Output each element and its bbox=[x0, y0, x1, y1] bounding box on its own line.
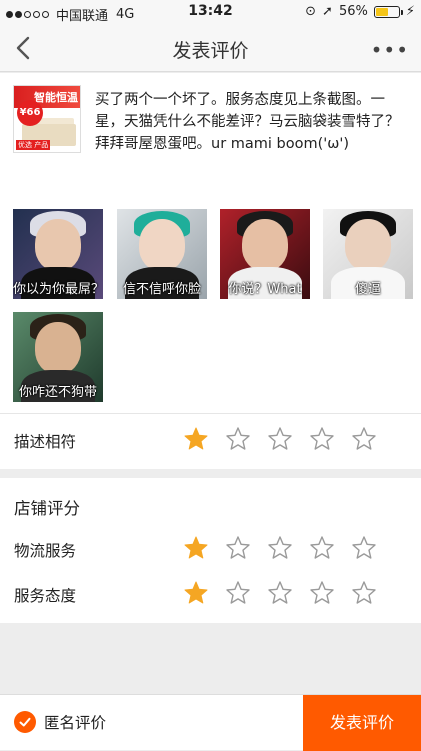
shop-rating-heading: 店铺评分 bbox=[14, 499, 80, 518]
star-empty-icon[interactable] bbox=[351, 426, 377, 452]
star-empty-icon[interactable] bbox=[309, 580, 335, 606]
thumb-price-badge: ¥66 bbox=[17, 100, 43, 126]
more-options-icon[interactable]: ••• bbox=[371, 38, 409, 62]
review-photo[interactable]: 傻逼 bbox=[323, 209, 413, 299]
star-empty-icon[interactable] bbox=[267, 535, 293, 561]
rotation-lock-icon: ⊙ bbox=[305, 4, 317, 19]
star-empty-icon[interactable] bbox=[309, 535, 335, 561]
charging-icon: ⚡ bbox=[405, 4, 415, 19]
review-card: 智能恒温 ¥66 优选 产品 买了两个一个坏了。服务态度见上条截图。一星，天猫凭… bbox=[0, 73, 421, 413]
description-rating-section: 描述相符 bbox=[0, 413, 421, 469]
logistics-rating-label: 物流服务 bbox=[14, 542, 77, 560]
star-empty-icon[interactable] bbox=[225, 535, 251, 561]
submit-review-button[interactable]: 发表评价 bbox=[303, 695, 421, 751]
battery-percent: 56% bbox=[338, 4, 368, 19]
review-photo[interactable]: 你说？What bbox=[220, 209, 310, 299]
star-empty-icon[interactable] bbox=[309, 426, 335, 452]
review-text[interactable]: 买了两个一个坏了。服务态度见上条截图。一星，天猫凭什么不能差评？马云脑袋装雪特了… bbox=[95, 89, 413, 155]
anonymous-toggle[interactable]: 匿名评价 bbox=[14, 711, 106, 733]
description-star-rating[interactable] bbox=[183, 426, 377, 452]
photo-caption: 你以为你最屌？ bbox=[13, 282, 103, 297]
star-filled-icon[interactable] bbox=[183, 580, 209, 606]
page-title: 发表评价 bbox=[172, 40, 249, 62]
star-empty-icon[interactable] bbox=[225, 426, 251, 452]
review-photo[interactable]: 信不信呼你脸 bbox=[117, 209, 207, 299]
shop-rating-section: 店铺评分 物流服务 服务态度 bbox=[0, 478, 421, 623]
star-empty-icon[interactable] bbox=[351, 535, 377, 561]
photo-caption: 你说？What bbox=[228, 282, 302, 297]
description-rating-label: 描述相符 bbox=[14, 433, 77, 451]
review-photo[interactable]: 你以为你最屌？ bbox=[13, 209, 103, 299]
location-icon: ➚ bbox=[322, 4, 333, 19]
bottom-bar: 匿名评价 发表评价 bbox=[0, 694, 421, 751]
thumb-footer: 优选 产品 bbox=[16, 140, 51, 150]
photo-caption: 傻逼 bbox=[354, 282, 381, 297]
star-empty-icon[interactable] bbox=[267, 426, 293, 452]
star-filled-icon[interactable] bbox=[183, 535, 209, 561]
thumb-brand: 智能恒温 bbox=[34, 91, 78, 104]
nav-bar: 发表评价 ••• bbox=[0, 24, 421, 72]
anonymous-label: 匿名评价 bbox=[44, 714, 107, 732]
photo-caption: 信不信呼你脸 bbox=[122, 282, 201, 297]
star-empty-icon[interactable] bbox=[267, 580, 293, 606]
star-filled-icon[interactable] bbox=[183, 426, 209, 452]
star-empty-icon[interactable] bbox=[351, 580, 377, 606]
product-thumbnail[interactable]: 智能恒温 ¥66 优选 产品 bbox=[13, 85, 81, 153]
battery-icon bbox=[373, 5, 403, 18]
logistics-star-rating[interactable] bbox=[183, 535, 377, 561]
service-star-rating[interactable] bbox=[183, 580, 377, 606]
photo-caption: 你咋还不狗带 bbox=[18, 385, 97, 400]
checkmark-icon bbox=[14, 711, 36, 733]
service-rating-label: 服务态度 bbox=[14, 587, 77, 605]
review-photo[interactable]: 你咋还不狗带 bbox=[13, 312, 103, 402]
star-empty-icon[interactable] bbox=[225, 580, 251, 606]
status-bar: 中国联通 4G 13:42 ⊙ ➚ 56% ⚡ bbox=[0, 0, 421, 24]
